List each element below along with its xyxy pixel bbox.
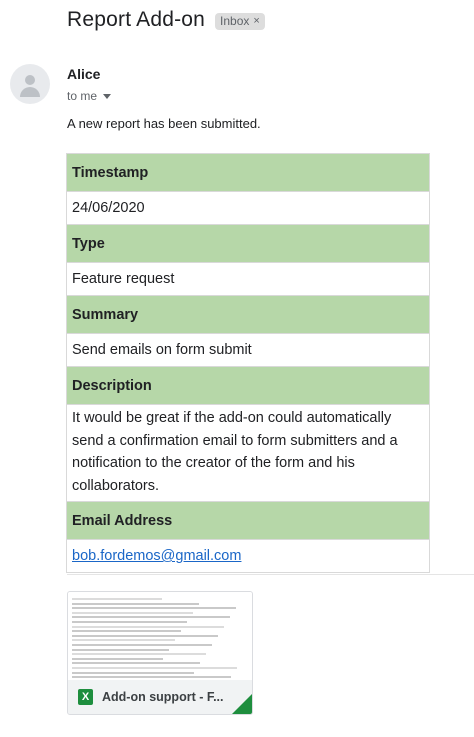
thumbnail-row-line <box>72 630 181 633</box>
excel-icon: X <box>78 689 93 705</box>
email-intro-text: A new report has been submitted. <box>67 116 261 131</box>
recipient-line: to me <box>67 89 112 103</box>
thumbnail-row-line <box>72 653 206 656</box>
table-row-header-summary: Summary <box>66 295 430 334</box>
type-value: Feature request <box>66 262 430 296</box>
show-details-chevron-icon[interactable] <box>103 94 112 99</box>
report-table: Timestamp 24/06/2020 Type Feature reques… <box>66 153 430 573</box>
thumbnail-row-line <box>72 671 194 674</box>
table-row-value-type: Feature request <box>66 262 430 296</box>
thumbnail-row-line <box>72 611 193 614</box>
summary-header: Summary <box>66 295 430 334</box>
sender-avatar[interactable] <box>10 64 50 104</box>
thumbnail-row-line <box>72 676 231 679</box>
thumbnail-row-line <box>72 602 199 605</box>
timestamp-header: Timestamp <box>66 153 430 192</box>
description-header: Description <box>66 366 430 405</box>
sender-name[interactable]: Alice <box>67 66 100 82</box>
remove-label-icon[interactable]: × <box>253 15 259 27</box>
thumbnail-row-line <box>72 625 224 628</box>
table-row-value-summary: Send emails on form submit <box>66 333 430 367</box>
avatar-head-shape <box>25 75 35 85</box>
thumbnail-row-line <box>72 598 162 600</box>
summary-value: Send emails on form submit <box>66 333 430 367</box>
timestamp-value: 24/06/2020 <box>66 191 430 225</box>
file-corner-fold-icon <box>232 694 252 714</box>
email-address-link[interactable]: bob.fordemos@gmail.com <box>72 548 241 564</box>
attachment-name: Add-on support - F... <box>102 690 224 704</box>
thumbnail-row-line <box>72 667 237 669</box>
table-row-value-timestamp: 24/06/2020 <box>66 191 430 225</box>
thumbnail-row-line <box>72 657 163 660</box>
thumbnail-row-line <box>72 662 200 665</box>
thumbnail-row-line <box>72 607 236 610</box>
thumbnail-row-line <box>72 616 230 619</box>
avatar-body-shape <box>20 87 40 97</box>
attachment-card[interactable]: X Add-on support - F... <box>67 591 253 715</box>
email-subject: Report Add-on <box>67 8 206 31</box>
thumbnail-row-line <box>72 644 212 646</box>
inbox-label-badge[interactable]: Inbox × <box>215 12 265 30</box>
attachments-divider <box>67 574 474 575</box>
description-value: It would be great if the add-on could au… <box>66 404 430 502</box>
inbox-label-text: Inbox <box>220 13 250 28</box>
email-address-cell: bob.fordemos@gmail.com <box>66 539 430 573</box>
thumbnail-row-line <box>72 634 218 637</box>
table-row-value-description: It would be great if the add-on could au… <box>66 404 430 502</box>
thumbnail-row-line <box>72 648 169 651</box>
table-row-header-description: Description <box>66 366 430 405</box>
table-row-header-type: Type <box>66 224 430 263</box>
table-row-header-email: Email Address <box>66 501 430 540</box>
email-subject-row: Report Add-on Inbox × <box>67 8 265 32</box>
thumbnail-row-line <box>72 621 187 623</box>
type-header: Type <box>66 224 430 263</box>
table-row-value-email: bob.fordemos@gmail.com <box>66 539 430 573</box>
attachment-footer: X Add-on support - F... <box>68 680 252 714</box>
email-address-header: Email Address <box>66 501 430 540</box>
recipient-text: to me <box>67 89 98 103</box>
table-row-header-timestamp: Timestamp <box>66 153 430 192</box>
thumbnail-row-line <box>72 639 175 642</box>
spreadsheet-thumbnail <box>68 592 252 680</box>
